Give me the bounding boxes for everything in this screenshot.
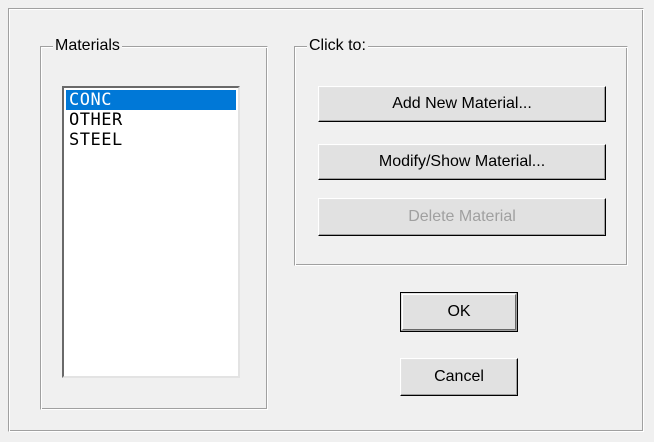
list-item-conc[interactable]: CONC (66, 90, 236, 110)
click-to-group-label: Click to: (307, 36, 368, 56)
materials-listbox[interactable]: CONC OTHER STEEL (62, 86, 240, 378)
materials-dialog: Materials CONC OTHER STEEL Click to: Add… (0, 0, 654, 442)
list-item-other[interactable]: OTHER (66, 110, 236, 130)
delete-material-button[interactable]: Delete Material (318, 198, 606, 236)
ok-button-label: OK (402, 294, 516, 330)
cancel-button[interactable]: Cancel (400, 358, 518, 396)
add-new-material-button[interactable]: Add New Material... (318, 86, 606, 122)
list-item-steel[interactable]: STEEL (66, 130, 236, 150)
ok-button[interactable]: OK (400, 292, 518, 332)
modify-show-material-button[interactable]: Modify/Show Material... (318, 144, 606, 180)
materials-group-label: Materials (53, 36, 122, 56)
